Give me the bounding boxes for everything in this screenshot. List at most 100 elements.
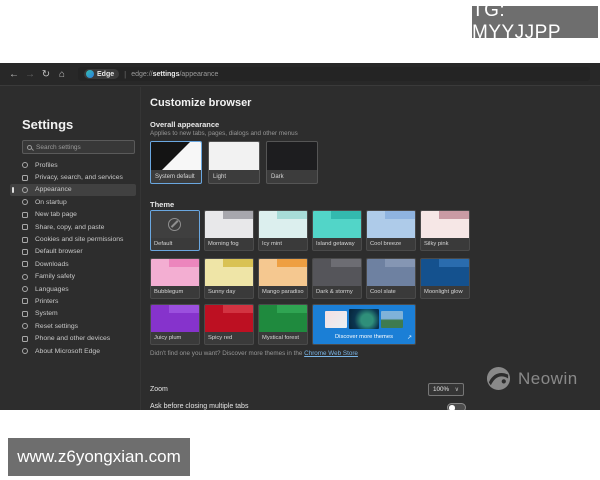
theme-thumbnail xyxy=(151,305,199,332)
zoom-label: Zoom xyxy=(150,386,168,393)
theme-tile-default[interactable]: Default xyxy=(150,210,200,251)
external-link-icon: ↗ xyxy=(407,334,412,341)
address-bar[interactable]: Edge | edge://settings/appearance xyxy=(78,67,590,81)
sidebar-divider xyxy=(140,87,141,410)
neowin-watermark: Neowin xyxy=(486,366,578,391)
search-input[interactable] xyxy=(36,144,126,151)
reset-icon xyxy=(22,323,28,329)
theme-preview-images xyxy=(313,305,415,330)
theme-preview-image xyxy=(381,311,403,328)
discover-more-themes-tile[interactable]: Discover more themes ↗ xyxy=(312,304,416,345)
site-badge-label: Edge xyxy=(97,71,114,78)
ask-before-closing-toggle[interactable] xyxy=(447,403,466,410)
system-icon xyxy=(22,311,28,317)
overall-appearance-heading: Overall appearance xyxy=(150,120,219,129)
cookies-icon xyxy=(22,237,28,243)
theme-tile-juicy-plum[interactable]: Juicy plum xyxy=(150,304,200,345)
zoom-value: 100% xyxy=(433,386,449,393)
theme-tile-moonlight-glow[interactable]: Moonlight glow xyxy=(420,258,470,299)
light-thumbnail xyxy=(209,142,259,170)
share-icon xyxy=(22,224,28,230)
watermark-tag: TG: MYYJJPP xyxy=(472,6,598,38)
sidebar-item-system[interactable]: System xyxy=(10,308,136,320)
languages-icon xyxy=(22,286,28,292)
sidebar-item-downloads[interactable]: Downloads xyxy=(10,258,136,270)
no-theme-icon xyxy=(168,218,181,231)
sidebar-item-phone-devices[interactable]: Phone and other devices xyxy=(10,332,136,344)
theme-tile-cool-breeze[interactable]: Cool breeze xyxy=(366,210,416,251)
sidebar-item-share-copy-paste[interactable]: Share, copy, and paste xyxy=(10,221,136,233)
theme-tile-silky-pink[interactable]: Silky pink xyxy=(420,210,470,251)
sidebar-item-reset-settings[interactable]: Reset settings xyxy=(10,320,136,332)
theme-row-1: Default Morning fog Icy mint Island geta… xyxy=(150,210,470,251)
store-note: Didn't find one you want? Discover more … xyxy=(150,350,358,357)
chrome-web-store-link[interactable]: Chrome Web Store xyxy=(304,350,358,357)
theme-tile-icy-mint[interactable]: Icy mint xyxy=(258,210,308,251)
home-icon[interactable]: ⌂ xyxy=(54,69,70,80)
theme-thumbnail xyxy=(313,211,361,238)
appearance-icon xyxy=(22,187,28,193)
ask-before-closing-label: Ask before closing multiple tabs xyxy=(150,403,248,410)
sidebar-item-privacy[interactable]: Privacy, search, and services xyxy=(10,171,136,183)
sidebar-item-appearance[interactable]: Appearance xyxy=(10,184,136,196)
theme-thumbnail xyxy=(313,259,361,286)
browser-toolbar: ← → ↻ ⌂ Edge | edge://settings/appearanc… xyxy=(0,63,600,86)
sidebar-item-printers[interactable]: Printers xyxy=(10,295,136,307)
settings-search-box[interactable] xyxy=(22,140,135,154)
sidebar-item-on-startup[interactable]: On startup xyxy=(10,196,136,208)
theme-tile-sunny-day[interactable]: Sunny day xyxy=(204,258,254,299)
settings-title: Settings xyxy=(22,117,73,132)
address-url: edge://settings/appearance xyxy=(131,71,218,78)
theme-thumbnail xyxy=(367,259,415,286)
overall-appearance-caption: Applies to new tabs, pages, dialogs and … xyxy=(150,130,298,137)
zoom-dropdown[interactable]: 100% ∨ xyxy=(428,383,464,396)
edge-settings-screenshot: ← → ↻ ⌂ Edge | edge://settings/appearanc… xyxy=(0,63,600,410)
theme-thumbnail xyxy=(367,211,415,238)
back-icon[interactable]: ← xyxy=(6,69,22,80)
theme-heading: Theme xyxy=(150,200,174,209)
theme-thumbnail xyxy=(259,259,307,286)
sidebar-item-about-edge[interactable]: About Microsoft Edge xyxy=(10,345,136,357)
theme-tile-spicy-red[interactable]: Spicy red xyxy=(204,304,254,345)
sidebar-item-new-tab-page[interactable]: New tab page xyxy=(10,209,136,221)
refresh-icon[interactable]: ↻ xyxy=(38,69,54,80)
system-default-thumbnail xyxy=(151,142,201,170)
theme-thumbnail xyxy=(421,259,469,286)
theme-thumbnail xyxy=(205,259,253,286)
neowin-logo-text: Neowin xyxy=(518,369,578,389)
watermark-site: www.z6yongxian.com xyxy=(8,438,190,476)
sidebar-item-profiles[interactable]: Profiles xyxy=(10,159,136,171)
sidebar-item-family-safety[interactable]: Family safety xyxy=(10,271,136,283)
power-icon xyxy=(22,199,28,205)
new-tab-icon xyxy=(22,212,28,218)
theme-tile-island-getaway[interactable]: Island getaway xyxy=(312,210,362,251)
sidebar-item-default-browser[interactable]: Default browser xyxy=(10,246,136,258)
appearance-option-system-default[interactable]: System default xyxy=(150,141,202,184)
address-separator: | xyxy=(124,70,126,79)
sidebar-item-languages[interactable]: Languages xyxy=(10,283,136,295)
theme-preview-image xyxy=(349,309,379,329)
theme-row-2: Bubblegum Sunny day Mango paradiso Dark … xyxy=(150,258,470,299)
site-badge: Edge xyxy=(84,69,119,79)
profiles-icon xyxy=(22,162,28,168)
appearance-option-light[interactable]: Light xyxy=(208,141,260,184)
page-title: Customize browser xyxy=(150,97,251,109)
appearance-option-dark[interactable]: Dark xyxy=(266,141,318,184)
family-icon xyxy=(22,274,28,280)
neowin-logo-icon xyxy=(486,366,511,391)
sidebar-item-cookies-permissions[interactable]: Cookies and site permissions xyxy=(10,233,136,245)
theme-tile-cool-slate[interactable]: Cool slate xyxy=(366,258,416,299)
sidebar-items: Profiles Privacy, search, and services A… xyxy=(10,159,136,357)
search-icon xyxy=(27,145,32,150)
theme-tile-morning-fog[interactable]: Morning fog xyxy=(204,210,254,251)
theme-tile-mango-paradiso[interactable]: Mango paradiso xyxy=(258,258,308,299)
theme-tile-bubblegum[interactable]: Bubblegum xyxy=(150,258,200,299)
download-icon xyxy=(22,261,28,267)
about-edge-icon xyxy=(22,348,28,354)
theme-tile-dark-stormy[interactable]: Dark & stormy xyxy=(312,258,362,299)
default-theme-thumbnail xyxy=(151,211,199,238)
theme-preview-image xyxy=(325,311,347,328)
theme-thumbnail xyxy=(205,211,253,238)
theme-tile-mystical-forest[interactable]: Mystical forest xyxy=(258,304,308,345)
forward-icon[interactable]: → xyxy=(22,69,38,80)
